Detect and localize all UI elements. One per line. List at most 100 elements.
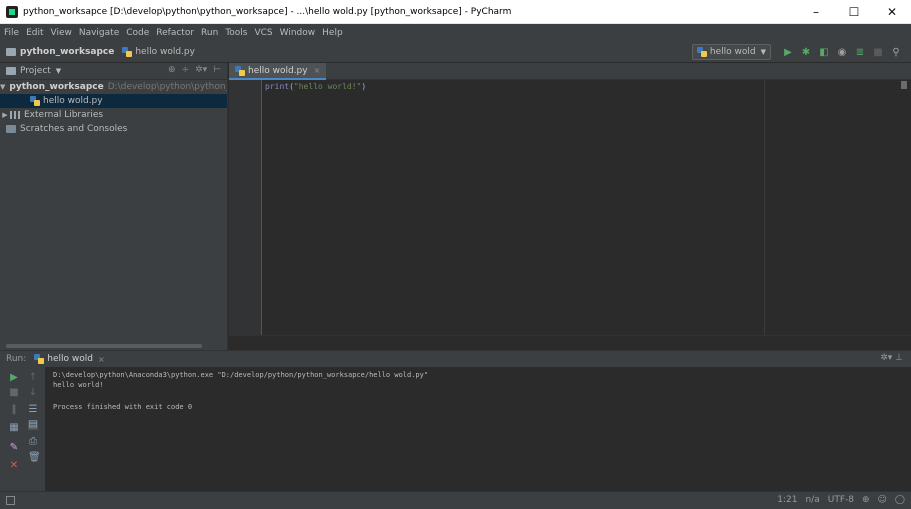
code-line-1[interactable]: print("hello world!") <box>265 82 366 91</box>
tree-item-scratches[interactable]: Scratches and Consoles <box>0 122 227 136</box>
menu-vcs[interactable]: VCS <box>254 28 272 38</box>
stop-icon[interactable]: ■ <box>9 388 19 398</box>
breadcrumb-file-label: hello wold.py <box>135 46 195 57</box>
pause-icon[interactable]: ‖ <box>9 405 19 415</box>
print-icon[interactable]: ⎙ <box>28 437 38 447</box>
editor-tab-bar: hello wold.py × <box>229 63 911 80</box>
python-run-icon <box>34 354 45 364</box>
run-panel-header: Run: hello wold × ✲▾ ⊥ <box>0 350 911 367</box>
project-tool-window: Project ▼ ⊕ ÷ ✲▾ ⊢ ▼ python_worksapce D:… <box>0 63 228 350</box>
project-panel-title[interactable]: Project <box>20 66 51 76</box>
menu-tools[interactable]: Tools <box>225 28 247 38</box>
maximize-button[interactable]: ☐ <box>835 0 873 24</box>
tree-root-path: D:\develop\python\python_wor <box>107 82 227 92</box>
inspector-icon[interactable]: ☺ <box>878 495 887 505</box>
editor-gutter <box>229 80 262 335</box>
run-with-coverage-icon[interactable]: ◧ <box>818 46 830 58</box>
profile-icon[interactable]: ◉ <box>836 46 848 58</box>
code-string: "hello world!" <box>293 82 362 91</box>
caret-position[interactable]: 1:21 <box>777 495 797 505</box>
project-view-icon <box>6 67 16 75</box>
breadcrumb-file[interactable]: hello wold.py <box>122 46 195 57</box>
expand-arrow-icon[interactable]: ▶ <box>0 111 10 119</box>
run-configuration-label: hello wold <box>709 47 756 57</box>
run-panel-settings-icon[interactable]: ✲▾ ⊥ <box>880 353 903 363</box>
expand-arrow-icon[interactable]: ▼ <box>0 83 5 91</box>
pin-icon[interactable]: ✎ <box>9 443 19 453</box>
breadcrumb-project[interactable]: python_worksapce <box>6 47 114 57</box>
soft-wrap-icon[interactable]: ☰ <box>28 405 38 415</box>
tree-root-label: python_worksapce <box>9 82 104 92</box>
inspection-status-icon[interactable] <box>901 81 907 89</box>
editor-tab-hello-wold[interactable]: hello wold.py × <box>229 63 327 80</box>
menu-view[interactable]: View <box>51 28 72 38</box>
chevron-down-icon[interactable]: ▼ <box>56 67 61 75</box>
folder-icon <box>6 47 16 56</box>
python-file-icon <box>235 65 245 76</box>
line-separator[interactable]: n/a <box>805 495 819 505</box>
tree-scratches-label: Scratches and Consoles <box>20 124 128 134</box>
tree-item-root[interactable]: ▼ python_worksapce D:\develop\python\pyt… <box>0 80 227 94</box>
console-line-output: hello world! <box>53 381 104 389</box>
locate-icon[interactable]: ⊕ <box>168 65 176 75</box>
run-tab-hello-wold[interactable]: hello wold × <box>34 354 105 364</box>
scroll-to-end-icon[interactable]: ▤ <box>28 420 38 430</box>
close-button[interactable]: ✕ <box>873 0 911 24</box>
run-panel: ▶ ↑ ■ ↓ ‖ ☰ ▦ ▤ ⎙ ✎ 🗑 ✕ D:\develop\pytho… <box>0 367 911 491</box>
console-output[interactable]: D:\develop\python\Anaconda3\python.exe "… <box>53 370 428 412</box>
concurrency-diagram-icon[interactable]: ≣ <box>854 46 866 58</box>
close-tab-icon[interactable]: × <box>314 66 321 75</box>
event-log-icon[interactable]: ◯ <box>895 495 905 505</box>
menu-refactor[interactable]: Refactor <box>156 28 194 38</box>
down-arrow-icon[interactable]: ↓ <box>28 388 38 398</box>
python-file-icon <box>30 96 40 106</box>
library-icon <box>10 111 20 119</box>
menu-file[interactable]: File <box>4 28 19 38</box>
menu-bar: File Edit View Navigate Code Refactor Ru… <box>0 24 911 41</box>
window-title: python_worksapce [D:\develop\python\pyth… <box>23 6 512 17</box>
minimize-button[interactable]: – <box>797 0 835 24</box>
close-icon[interactable]: ✕ <box>9 461 19 471</box>
project-horizontal-scrollbar[interactable] <box>6 344 202 348</box>
menu-edit[interactable]: Edit <box>26 28 43 38</box>
run-icon[interactable]: ▶ <box>782 46 794 58</box>
dump-threads-icon[interactable]: ▦ <box>9 423 19 433</box>
menu-help[interactable]: Help <box>322 28 343 38</box>
lock-icon[interactable]: ⊕ <box>862 495 870 505</box>
tree-item-file[interactable]: hello wold.py <box>0 94 227 108</box>
hide-icon[interactable]: ⊢ <box>213 65 221 75</box>
chevron-down-icon: ▼ <box>760 48 766 56</box>
run-tab-label: hello wold <box>47 354 93 364</box>
menu-run[interactable]: Run <box>201 28 218 38</box>
menu-code[interactable]: Code <box>126 28 149 38</box>
python-run-config-icon <box>696 47 707 57</box>
tool-windows-toggle-icon[interactable] <box>6 496 15 505</box>
menu-navigate[interactable]: Navigate <box>79 28 119 38</box>
console-line-command: D:\develop\python\Anaconda3\python.exe "… <box>53 371 429 379</box>
menu-window[interactable]: Window <box>280 28 316 38</box>
code-editor[interactable]: print("hello world!") <box>229 80 911 350</box>
search-icon[interactable]: ⚲ <box>890 46 902 58</box>
python-file-icon <box>122 46 133 57</box>
up-arrow-icon[interactable]: ↑ <box>28 373 38 383</box>
file-encoding[interactable]: UTF-8 <box>828 495 854 505</box>
editor-tab-label: hello wold.py <box>248 65 308 76</box>
gear-icon[interactable]: ✲▾ <box>195 65 207 75</box>
run-panel-label: Run: <box>6 354 27 364</box>
breadcrumb-project-label: python_worksapce <box>20 46 115 57</box>
project-panel-header: Project ▼ ⊕ ÷ ✲▾ ⊢ <box>0 63 227 80</box>
console-line-exit: Process finished with exit code 0 <box>53 403 193 411</box>
run-configuration-select[interactable]: hello wold ▼ <box>691 44 771 60</box>
code-paren-close: ) <box>361 82 367 91</box>
tree-external-label: External Libraries <box>24 110 104 120</box>
status-bar-right: 1:21 n/a UTF-8 ⊕ ☺ ◯ <box>769 495 905 505</box>
trash-icon[interactable]: 🗑 <box>28 453 41 463</box>
tree-item-external-libraries[interactable]: ▶ External Libraries <box>0 108 227 122</box>
code-function: print <box>265 82 290 91</box>
stop-icon[interactable]: ■ <box>872 46 884 58</box>
debug-icon[interactable]: ✱ <box>800 46 812 58</box>
collapse-icon[interactable]: ÷ <box>182 65 190 75</box>
close-tab-icon[interactable]: × <box>98 355 105 364</box>
run-toolbar: ▶ ↑ ■ ↓ ‖ ☰ ▦ ▤ ⎙ ✎ 🗑 ✕ <box>0 367 45 491</box>
rerun-icon[interactable]: ▶ <box>9 373 19 383</box>
